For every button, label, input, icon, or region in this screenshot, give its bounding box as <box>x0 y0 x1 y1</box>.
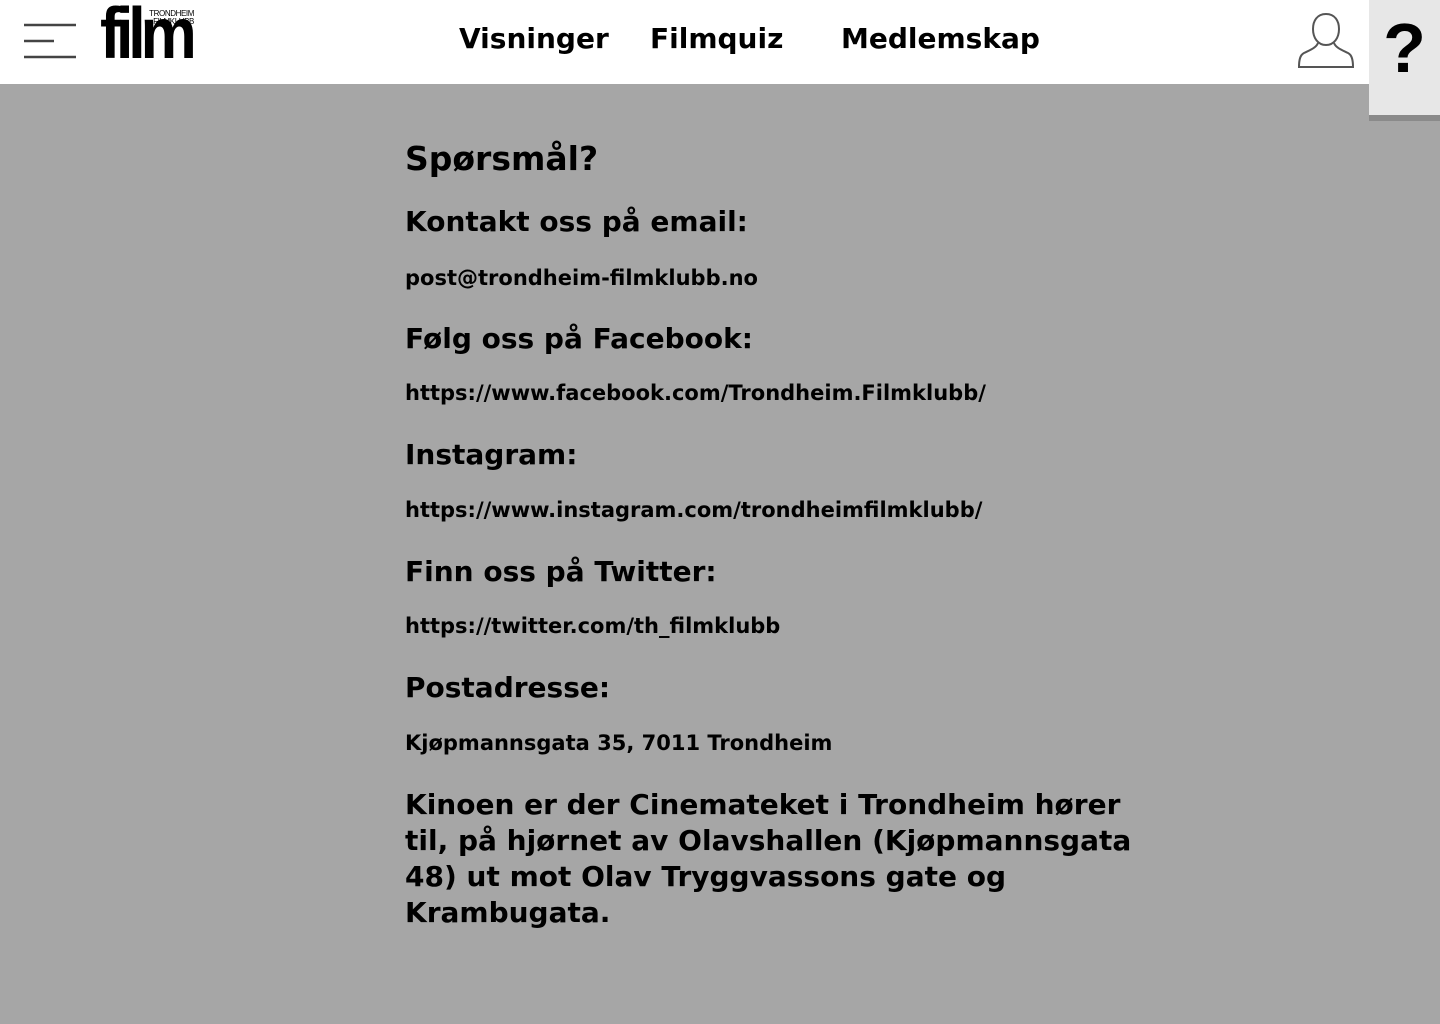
nav-link-filmquiz[interactable]: Filmquiz <box>650 20 783 58</box>
postal-address-value: Kjøpmannsgata 35, 7011 Trondheim <box>405 731 833 755</box>
help-button[interactable]: ? <box>1369 0 1440 121</box>
postal-address-heading: Postadresse: <box>405 671 611 704</box>
help-icon: ? <box>1383 9 1426 87</box>
email-link[interactable]: post@trondheim-filmklubb.no <box>405 264 1165 292</box>
twitter-link[interactable]: https://twitter.com/th_filmklubb <box>405 612 1165 640</box>
instagram-heading: Instagram: <box>405 438 578 471</box>
email-heading: Kontakt oss på email: <box>405 205 748 238</box>
site-logo[interactable]: film TRONDHEIM FILMKLUBB <box>100 0 197 70</box>
nav-link-medlemskap[interactable]: Medlemskap <box>841 20 1040 58</box>
facebook-link[interactable]: https://www.facebook.com/Trondheim.Filmk… <box>405 379 1165 407</box>
user-icon[interactable] <box>1296 10 1356 70</box>
hamburger-menu-icon[interactable] <box>24 22 78 60</box>
top-navigation-bar: film TRONDHEIM FILMKLUBB Visninger Filmq… <box>0 0 1440 84</box>
instagram-link[interactable]: https://www.instagram.com/trondheimfilmk… <box>405 496 1165 524</box>
contact-content: Spørsmål? Kontakt oss på email: post@tro… <box>405 138 1165 931</box>
logo-subtitle: TRONDHEIM FILMKLUBB <box>146 10 194 26</box>
nav-link-visninger[interactable]: Visninger <box>459 20 609 58</box>
facebook-heading: Følg oss på Facebook: <box>405 322 753 355</box>
page-title: Spørsmål? <box>405 139 599 178</box>
twitter-heading: Finn oss på Twitter: <box>405 555 717 588</box>
cinema-location-note: Kinoen er der Cinemateket i Trondheim hø… <box>405 788 1132 929</box>
logo-subtitle-line-2: FILMKLUBB <box>153 17 194 26</box>
